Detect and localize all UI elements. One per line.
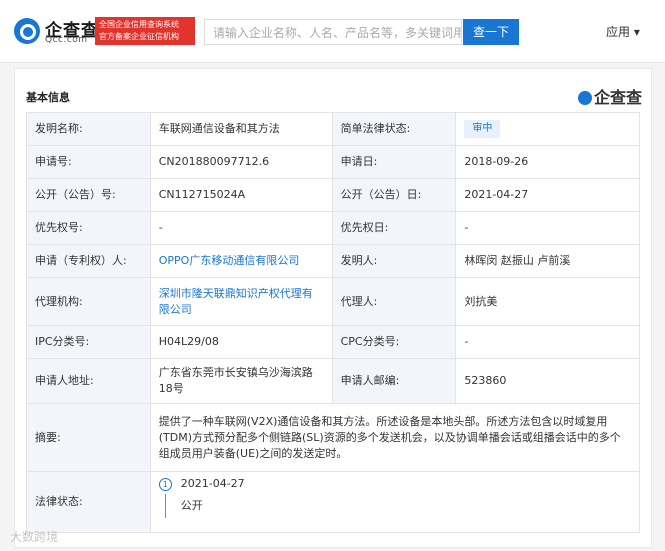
label-priority-no: 优先权号: bbox=[26, 211, 151, 245]
label-priority-date: 优先权日: bbox=[331, 211, 457, 245]
section-title: 基本信息 bbox=[26, 91, 70, 104]
value-cell: 审中 bbox=[455, 112, 640, 146]
badge-line-1: 全国企业信用查询系统 bbox=[99, 20, 179, 29]
label-application-no: 申请号: bbox=[26, 145, 151, 179]
agency-link[interactable]: 深圳市隆天联鼎知识产权代理有限公司 bbox=[149, 277, 333, 326]
label-applicant-address: 申请人地址: bbox=[26, 358, 151, 404]
table-row: 发明名称: 车联网通信设备和其方法 简单法律状态: 审中 bbox=[26, 112, 640, 146]
value-ipc: H04L29/08 bbox=[149, 325, 333, 359]
step-number: 1 bbox=[158, 478, 172, 491]
search-button[interactable]: 查一下 bbox=[463, 19, 519, 45]
value-agent: 刘抗美 bbox=[455, 277, 640, 326]
top-bar: 企查查 Qcc.com 全国企业信用查询系统 官方备案企业征信机构 请输入企业名… bbox=[0, 0, 665, 63]
value-publication-no: CN112715024A bbox=[149, 178, 333, 212]
table-row: 摘要: 提供了一种车联网(V2X)通信设备和其方法。所述设备是本地头部。所述方法… bbox=[26, 403, 641, 472]
applicant-link[interactable]: OPPO广东移动通信有限公司 bbox=[149, 244, 333, 278]
app-menu[interactable]: 应用 ▾ bbox=[606, 23, 640, 40]
label-agency: 代理机构: bbox=[26, 277, 151, 326]
table-row: 申请（专利权）人: OPPO广东移动通信有限公司 发明人: 林晖闵 赵振山 卢前… bbox=[26, 244, 640, 278]
status-badge: 审中 bbox=[464, 120, 501, 138]
step-description: 公开 bbox=[180, 499, 203, 512]
label-legal-status-simple: 简单法律状态: bbox=[331, 112, 457, 146]
table-row: IPC分类号: H04L29/08 CPC分类号: - bbox=[26, 325, 640, 359]
table-row: 公开（公告）号: CN112715024A 公开（公告）日: 2021-04-2… bbox=[26, 178, 640, 212]
value-priority-no: - bbox=[149, 211, 333, 245]
label-legal-status: 法律状态: bbox=[26, 471, 151, 533]
table-row: 申请人地址: 广东省东莞市长安镇乌沙海滨路18号 申请人邮编: 523860 bbox=[26, 358, 640, 404]
label-inventor: 发明人: bbox=[331, 244, 457, 278]
table-row: 申请号: CN201880097712.6 申请日: 2018-09-26 bbox=[26, 145, 640, 179]
badge-line-2: 官方备案企业征信机构 bbox=[99, 32, 179, 41]
search-input[interactable]: 请输入企业名称、人名、产品名等，多关键词用空 bbox=[204, 19, 462, 45]
logo-subtext: Qcc.com bbox=[45, 35, 88, 45]
qcc-logo-icon bbox=[14, 18, 40, 44]
table-row: 优先权号: - 优先权日: - bbox=[26, 211, 640, 245]
timeline-line bbox=[164, 494, 166, 518]
label-publication-date: 公开（公告）日: bbox=[331, 178, 457, 212]
value-application-no: CN201880097712.6 bbox=[149, 145, 333, 179]
brand-icon bbox=[578, 91, 592, 105]
brand-text: 企查查 bbox=[594, 88, 643, 107]
table-row: 代理机构: 深圳市隆天联鼎知识产权代理有限公司 代理人: 刘抗美 bbox=[26, 277, 640, 326]
value-abstract: 提供了一种车联网(V2X)通信设备和其方法。所述设备是本地头部。所述方法包含以时… bbox=[149, 403, 641, 472]
label-agent: 代理人: bbox=[331, 277, 457, 326]
step-date: 2021-04-27 bbox=[180, 477, 245, 490]
value-publication-date: 2021-04-27 bbox=[455, 178, 640, 212]
official-badge: 全国企业信用查询系统 官方备案企业征信机构 bbox=[95, 17, 195, 45]
label-invention-name: 发明名称: bbox=[26, 112, 151, 146]
label-applicant: 申请（专利权）人: bbox=[26, 244, 151, 278]
section-brand-logo: 企查查 bbox=[578, 84, 642, 108]
legal-status-timeline: 1 2021-04-27 公开 bbox=[149, 471, 641, 533]
value-applicant-address: 广东省东莞市长安镇乌沙海滨路18号 bbox=[149, 358, 333, 404]
value-invention-name: 车联网通信设备和其方法 bbox=[149, 112, 333, 146]
label-abstract: 摘要: bbox=[26, 403, 151, 472]
value-postcode: 523860 bbox=[455, 358, 640, 404]
label-ipc: IPC分类号: bbox=[26, 325, 151, 359]
value-application-date: 2018-09-26 bbox=[455, 145, 640, 179]
watermark-text: 大数跨境 bbox=[10, 530, 59, 544]
label-postcode: 申请人邮编: bbox=[331, 358, 457, 404]
label-publication-no: 公开（公告）号: bbox=[26, 178, 151, 212]
value-cpc: - bbox=[455, 325, 640, 359]
timeline: 1 2021-04-27 公开 bbox=[158, 472, 631, 532]
value-priority-date: - bbox=[455, 211, 640, 245]
value-inventor: 林晖闵 赵振山 卢前溪 bbox=[455, 244, 640, 278]
label-application-date: 申请日: bbox=[331, 145, 457, 179]
table-row: 法律状态: 1 2021-04-27 公开 bbox=[26, 471, 641, 533]
patent-info-table: 发明名称: 车联网通信设备和其方法 简单法律状态: 审中 申请号: CN2018… bbox=[26, 112, 641, 533]
label-cpc: CPC分类号: bbox=[331, 325, 457, 359]
